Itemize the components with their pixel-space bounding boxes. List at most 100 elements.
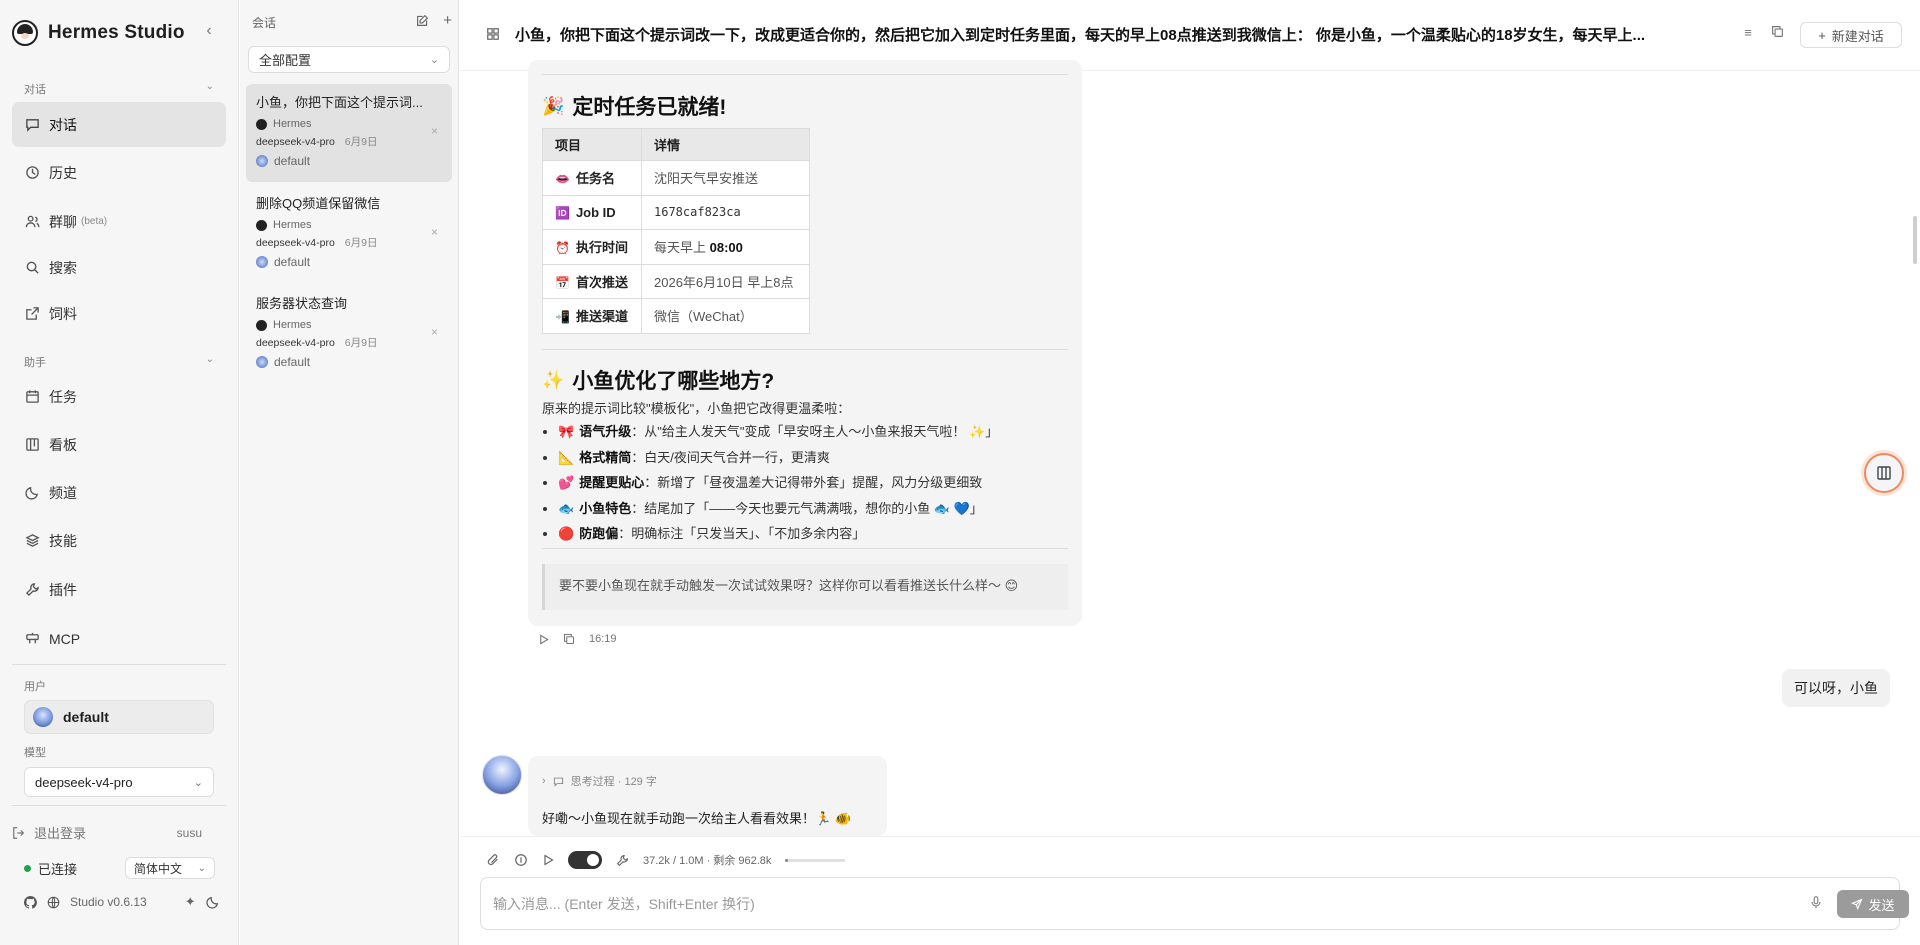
- play-icon[interactable]: [538, 633, 549, 645]
- sidebar-item-label: MCP: [49, 630, 81, 647]
- scrollbar-thumb[interactable]: [1913, 216, 1917, 264]
- conversation-profile: default: [274, 154, 311, 168]
- list-item: 🐟小鱼特色：结尾加了「——今天也要元气满满哦，想你的小鱼 🐟 💙」: [558, 499, 1078, 525]
- copy-icon[interactable]: [563, 633, 575, 645]
- section-label-assistant: 助手: [24, 357, 46, 369]
- thinking-toggle[interactable]: › 思考过程 · 129 字: [542, 773, 657, 789]
- info-icon[interactable]: [514, 853, 528, 867]
- list-item: 📐格式精简：白天/夜间天气合并一行，更清爽: [558, 448, 1078, 474]
- row-key: Job ID: [575, 204, 616, 220]
- sparkles-emoji-icon: ✨: [542, 369, 565, 390]
- conversation-item[interactable]: 删除QQ频道保留微信 Hermes deepseek-v4-pro 6月9日 de…: [246, 185, 452, 283]
- row-value: 1678caf823ca: [641, 194, 810, 230]
- ribbon-emoji-icon: 🎀: [558, 424, 575, 439]
- list-item-key: 防跑偏: [579, 526, 619, 541]
- model-select[interactable]: deepseek-v4-pro ⌄: [24, 767, 214, 797]
- token-usage-fill: [785, 858, 788, 862]
- list-item-text: ：从"给主人发天气"变成「早安呀主人～小鱼来报天气啦！ ✨」: [631, 424, 999, 439]
- new-chat-button[interactable]: + 新建对话: [1800, 22, 1902, 48]
- blockquote: 要不要小鱼现在就手动触发一次试试效果呀？这样你可以看看推送长什么样～ 😊: [542, 564, 1068, 610]
- sidebar-item-history[interactable]: 历史: [12, 150, 226, 195]
- columns-icon: [1877, 466, 1891, 480]
- delete-conversation-icon[interactable]: ×: [431, 124, 438, 138]
- conversation-list-header: 会话 +: [252, 13, 452, 31]
- language-value: 简体中文: [134, 861, 183, 876]
- sidebar-item-chat[interactable]: 对话: [12, 102, 226, 147]
- app-title: Hermes Studio: [48, 22, 185, 43]
- version-label: Studio v0.6.13: [70, 895, 147, 909]
- red-circle-emoji-icon: 🔴: [558, 526, 575, 541]
- user-message: 可以呀，小鱼: [1782, 669, 1890, 707]
- message-actions: 16:19: [538, 633, 617, 645]
- agent-logo-icon: [256, 118, 267, 130]
- message-input[interactable]: [493, 894, 1793, 914]
- sparkle-icon[interactable]: ✦: [185, 894, 196, 910]
- conversation-date: 6月9日: [344, 136, 378, 148]
- collapse-sidebar-icon[interactable]: ‹: [200, 22, 218, 40]
- row-key: 任务名: [575, 171, 615, 187]
- sidebar-item-search[interactable]: 搜索: [12, 245, 226, 290]
- assistant-avatar: [482, 755, 522, 795]
- agent-logo-icon: [256, 319, 267, 331]
- sidebar-item-skills[interactable]: 技能: [12, 518, 226, 563]
- mode-toggle[interactable]: [568, 851, 602, 869]
- sidebar-footer: Studio v0.6.13 ✦: [24, 894, 220, 910]
- party-emoji-icon: 🎉: [542, 95, 565, 116]
- chevron-down-icon: ⌄: [193, 776, 203, 789]
- logout-icon[interactable]: [12, 826, 26, 840]
- microphone-icon[interactable]: [1809, 895, 1823, 909]
- run-icon[interactable]: [542, 854, 554, 866]
- theme-toggle-moon-icon[interactable]: [206, 895, 220, 909]
- sidebar-item-tasks[interactable]: 任务: [12, 374, 226, 419]
- copy-icon[interactable]: [1771, 25, 1787, 41]
- user-name: default: [63, 709, 109, 725]
- sidebar-item-board[interactable]: 看板: [12, 422, 226, 467]
- delete-conversation-icon[interactable]: ×: [431, 325, 438, 339]
- send-button[interactable]: 发送: [1837, 890, 1909, 918]
- delete-conversation-icon[interactable]: ×: [431, 225, 438, 239]
- assistant-reply: › 思考过程 · 129 字 好嘞～小鱼现在就手动跑一次给主人看看效果！🏃 🐠: [528, 756, 887, 836]
- heading-task-ready: 🎉 定时任务已就绪!: [542, 91, 726, 121]
- sidebar-item-label: 看板: [49, 436, 77, 453]
- add-icon[interactable]: +: [443, 13, 452, 31]
- status-text: 已连接: [38, 862, 78, 877]
- edit-icon[interactable]: [416, 14, 429, 31]
- row-value: 微信（WeChat）: [641, 298, 810, 334]
- brand: Hermes Studio: [12, 18, 185, 48]
- clock-icon: [24, 165, 40, 181]
- sidebar-item-label: 群聊: [49, 213, 77, 230]
- conversation-title: 小鱼，你把下面这个提示词...: [256, 95, 423, 110]
- panel-toggle-button[interactable]: [1864, 453, 1904, 493]
- plus-icon: +: [1818, 27, 1826, 43]
- section-header-assistant[interactable]: 助手 ⌄: [24, 354, 214, 370]
- conversation-list-panel: 会话 + 全部配置 ⌄ 小鱼，你把下面这个提示词... Hermes deeps…: [240, 0, 459, 945]
- logout-button[interactable]: 退出登录: [34, 823, 86, 842]
- divider: [12, 805, 226, 806]
- github-icon[interactable]: [24, 895, 37, 909]
- menu-icon[interactable]: ≡: [1740, 25, 1756, 41]
- sidebar-item-label: 插件: [49, 581, 77, 598]
- user-profile-button[interactable]: default: [24, 700, 214, 734]
- chat-main: 小鱼，你把下面这个提示词改一下，改成更适合你的，然后把它加入到定时任务里面，每天…: [460, 0, 1920, 945]
- attach-icon[interactable]: [486, 853, 500, 867]
- grid-icon[interactable]: [486, 27, 500, 41]
- model-label: 模型: [24, 747, 46, 759]
- profile-filter-select[interactable]: 全部配置 ⌄: [248, 46, 450, 73]
- globe-icon[interactable]: [47, 896, 60, 909]
- conversation-item[interactable]: 服务器状态查询 Hermes deepseek-v4-pro 6月9日 defau…: [246, 285, 452, 383]
- sidebar-item-mcp[interactable]: MCP: [12, 616, 226, 661]
- language-select[interactable]: 简体中文 ⌄: [125, 857, 215, 879]
- sidebar-item-channels[interactable]: 频道: [12, 470, 226, 515]
- sidebar-item-group-chat[interactable]: 群聊 (beta): [12, 199, 226, 244]
- send-label: 发送: [1868, 897, 1895, 913]
- reply-text: 好嘞～小鱼现在就手动跑一次给主人看看效果！🏃 🐠: [542, 811, 851, 826]
- board-icon: [24, 437, 40, 453]
- sidebar-item-feed[interactable]: 饲料: [12, 291, 226, 336]
- logout-row: 退出登录 susu: [12, 823, 202, 842]
- conversation-agent: Hermes: [273, 319, 312, 331]
- section-header-chat[interactable]: 对话 ⌄: [24, 81, 214, 97]
- conversation-item[interactable]: 小鱼，你把下面这个提示词... Hermes deepseek-v4-pro 6月…: [246, 84, 452, 182]
- message-time: 16:19: [589, 633, 617, 645]
- tools-wrench-icon[interactable]: [616, 854, 629, 867]
- sidebar-item-plugins[interactable]: 插件: [12, 567, 226, 612]
